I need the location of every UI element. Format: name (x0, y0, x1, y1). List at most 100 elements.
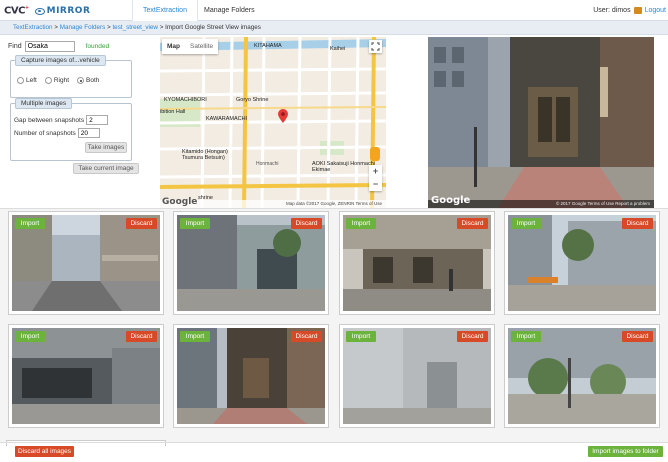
google-map[interactable]: Map Satellite KITAHAMA Kaihei KYOMACHIBO… (160, 37, 386, 208)
discard-button[interactable]: Discard (126, 218, 157, 229)
eye-icon (34, 7, 45, 15)
map-pin-icon[interactable] (278, 109, 288, 123)
zoom-out-icon[interactable]: − (369, 178, 382, 191)
thumbnail-image[interactable]: Import Discard (177, 215, 325, 311)
radio-right[interactable]: Right (44, 77, 70, 84)
thumbnail-image[interactable]: Import Discard (343, 328, 491, 424)
user-label: User: dimos (593, 7, 631, 14)
thumbnail-card: Import Discard (8, 211, 164, 315)
app-logo[interactable]: CVC+ MIRROR (4, 4, 90, 18)
street-view-panorama[interactable]: © 2017 Google Terms of Use Report a prob… (428, 37, 654, 208)
side-radio-group: Left Right Both (17, 77, 99, 84)
map-type-satellite[interactable]: Satellite (185, 39, 218, 54)
radio-circle[interactable] (77, 77, 85, 84)
breadcrumb-textextraction[interactable]: TextExtraction (13, 24, 53, 31)
import-to-folder-button[interactable]: Import images to folder (588, 446, 663, 457)
find-label: Find (8, 42, 22, 50)
zoom-control: + − (369, 165, 382, 191)
cvc-logo: CVC+ (4, 5, 29, 17)
import-button[interactable]: Import (346, 218, 376, 229)
pegman-icon[interactable] (370, 147, 380, 161)
import-button[interactable]: Import (346, 331, 376, 342)
map-type-map[interactable]: Map (162, 39, 185, 54)
tab-textextraction[interactable]: TextExtraction (132, 0, 198, 21)
import-button[interactable]: Import (15, 218, 45, 229)
import-button[interactable]: Import (15, 331, 45, 342)
fullscreen-icon[interactable] (369, 40, 382, 53)
gap-label: Gap between snapshots (14, 116, 85, 124)
thumbnail-image[interactable]: Import Discard (508, 328, 656, 424)
radio-label: Both (86, 77, 100, 84)
thumbnail-image[interactable]: Import Discard (343, 215, 491, 311)
thumbnail-card: Import Discard (173, 324, 329, 428)
street-view-image (428, 37, 654, 208)
gap-row: Gap between snapshots (14, 115, 109, 125)
thumbnail-image[interactable]: Import Discard (508, 215, 656, 311)
map-label-kitamido: Kitamido (Hongan) Tsumura Betsuin) (182, 149, 228, 161)
discard-all-button[interactable]: Discard all images (15, 446, 74, 457)
radio-label: Left (26, 77, 37, 84)
thumbnail-card: Import Discard (339, 211, 495, 315)
discard-button[interactable]: Discard (291, 331, 322, 342)
thumbnail-card: Import Discard (173, 211, 329, 315)
capture-fieldset: Capture images of...vehicle Left Right B… (10, 55, 132, 98)
thumb-scene-plaza (508, 215, 656, 311)
import-button[interactable]: Import (180, 331, 210, 342)
multiple-legend: Multiple images (15, 98, 73, 109)
radio-circle[interactable] (17, 77, 24, 84)
thumbnail-image[interactable]: Import Discard (12, 328, 160, 424)
tab-manage-folders[interactable]: Manage Folders (194, 0, 265, 21)
capture-legend: Capture images of...vehicle (15, 55, 106, 66)
thumb-scene-building (177, 215, 325, 311)
radio-circle[interactable] (44, 77, 52, 84)
logout-link[interactable]: Logout (645, 0, 666, 21)
discard-button[interactable]: Discard (457, 218, 488, 229)
import-button[interactable]: Import (180, 218, 210, 229)
radio-label: Right (53, 77, 70, 84)
map-label-kaihei: Kaihei (330, 46, 346, 52)
map-label-goryo: Goryo Shrine (236, 97, 269, 103)
import-button[interactable]: Import (511, 331, 541, 342)
zoom-in-icon[interactable]: + (369, 165, 382, 178)
multiple-images-fieldset: Multiple images Gap between snapshots Nu… (10, 98, 132, 161)
breadcrumb: TextExtraction > Manage Folders > test_s… (0, 21, 668, 35)
mirror-logo: MIRROR (34, 6, 91, 16)
radio-left[interactable]: Left (17, 77, 37, 84)
take-images-button[interactable]: Take images (85, 142, 127, 153)
breadcrumb-current: Import Google Street View images (165, 24, 261, 31)
number-row: Number of snapshots (14, 128, 100, 138)
top-navbar: CVC+ MIRROR TextExtraction Manage Folder… (0, 0, 668, 21)
discard-button[interactable]: Discard (291, 218, 322, 229)
footer-divider (0, 442, 668, 443)
discard-button[interactable]: Discard (126, 331, 157, 342)
logout-icon[interactable] (633, 7, 642, 14)
thumbnail-image[interactable]: Import Discard (177, 328, 325, 424)
discard-button[interactable]: Discard (622, 218, 653, 229)
breadcrumb-manage-folders[interactable]: Manage Folders (60, 24, 106, 31)
search-status: founded (85, 42, 110, 50)
thumbnail-card: Import Discard (8, 324, 164, 428)
location-search-input[interactable] (24, 40, 75, 52)
discard-button[interactable]: Discard (457, 331, 488, 342)
google-logo: Google (162, 197, 198, 207)
import-button[interactable]: Import (511, 218, 541, 229)
breadcrumb-folder[interactable]: test_street_view (112, 24, 158, 31)
discard-button[interactable]: Discard (622, 331, 653, 342)
thumbnail-image[interactable]: Import Discard (12, 215, 160, 311)
map-label-aoki: AOKI Sakaisuji Honmachi Ekimae (312, 161, 375, 173)
number-input[interactable] (77, 128, 100, 138)
thumb-scene-shopfront (343, 215, 491, 311)
number-label: Number of snapshots (14, 129, 76, 137)
take-current-image-button[interactable]: Take current image (73, 163, 139, 174)
controls-panel: Find founded Capture images of...vehicle… (8, 40, 139, 180)
radio-both[interactable]: Both (77, 77, 99, 84)
thumb-scene-street (12, 215, 160, 311)
thumbnail-card: Import Discard (504, 324, 660, 428)
thumb-scene-garden (508, 328, 656, 424)
user-area: User: dimos Logout (593, 0, 666, 21)
map-label-kitahama: KITAHAMA (254, 43, 282, 49)
thumb-scene-entrance (177, 328, 325, 424)
thumb-scene-parking (12, 328, 160, 424)
street-view-google-logo: Google (431, 195, 471, 206)
gap-input[interactable] (86, 115, 109, 125)
